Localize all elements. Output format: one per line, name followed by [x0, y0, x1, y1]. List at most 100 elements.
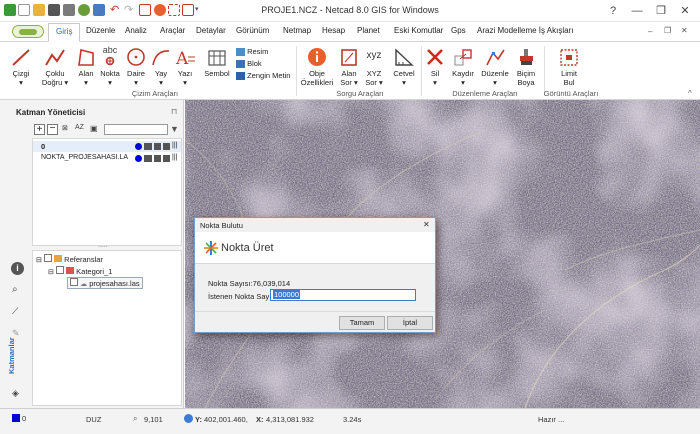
filter-layers-icon[interactable]: ⊠ [62, 124, 68, 132]
ribbon-separator [296, 46, 297, 96]
ribbon-collapse-icon[interactable]: ^ [688, 89, 692, 98]
reference-tree: ⊟ Referanslar ⊟ Kategori_1 ☁ projesahası… [32, 250, 182, 406]
layer-lock-icon[interactable] [154, 155, 161, 162]
lock-layers-icon[interactable]: ▣ [90, 124, 98, 133]
layer-color-icon[interactable] [135, 143, 142, 150]
ruler-icon [395, 48, 414, 66]
remove-layer-icon[interactable]: − [47, 124, 58, 135]
tab-hesap[interactable]: Hesap [322, 26, 345, 35]
layer-linetype-icon[interactable]: ||| [172, 154, 177, 161]
block-button[interactable]: Blok [236, 59, 262, 69]
vertical-tab-layers[interactable]: Katmanlar [7, 328, 16, 374]
checkbox-icon[interactable] [43, 254, 52, 262]
object-properties-button[interactable]: Obje Özellikleri [300, 47, 334, 87]
tab-planet[interactable]: Planet [357, 26, 380, 35]
status-scale[interactable]: 9,101 [144, 415, 163, 424]
polyline-icon [45, 49, 65, 66]
checkbox-icon[interactable] [70, 278, 78, 286]
layer-linetype-icon[interactable]: ||| [172, 142, 177, 149]
cancel-button[interactable]: İptal [387, 316, 433, 330]
abc-label: abc [102, 45, 118, 55]
layer-print-icon[interactable] [163, 143, 170, 150]
status-ready: Hazır ... [538, 415, 565, 424]
filter-funnel-icon[interactable]: ▼ [170, 124, 179, 134]
tab-gps[interactable]: Gps [451, 26, 466, 35]
text-button[interactable]: A Yazı ▾ [174, 47, 196, 87]
layer-visibility-icon[interactable] [144, 155, 152, 162]
ribbon-restore-icon[interactable]: ❐ [664, 26, 671, 35]
find-limit-button[interactable]: Limit Bul [556, 47, 582, 87]
app-menu-button[interactable] [12, 25, 44, 38]
edit-button[interactable]: Düzenle ▾ [479, 47, 511, 87]
ok-button[interactable]: Tamam [339, 316, 385, 330]
tab-analiz[interactable]: Analiz [125, 26, 147, 35]
panel-splitter[interactable]: ..... [98, 242, 108, 249]
arc-button[interactable]: Yay ▾ [150, 47, 172, 87]
ribbon-tabs: Giriş Düzenle Analiz Araçlar Detaylar Gö… [0, 22, 700, 42]
area-button[interactable]: Alan ▾ [74, 47, 98, 87]
dialog-header-title: Nokta Üret [221, 242, 274, 254]
area-query-button[interactable]: Alan Sor ▾ [336, 47, 362, 87]
layer-row[interactable]: 0 ||| [33, 141, 181, 152]
symbol-button[interactable]: Sembol [202, 47, 232, 78]
ribbon-minimize-icon[interactable]: – [648, 27, 652, 36]
layer-print-icon[interactable] [163, 155, 170, 162]
tree-item-referanslar[interactable]: ⊟ Referanslar [36, 254, 103, 264]
ribbon-close-icon[interactable]: ✕ [681, 26, 688, 35]
tab-araclar[interactable]: Araçlar [160, 26, 185, 35]
collapse-icon[interactable]: ⊟ [36, 257, 42, 264]
info-icon[interactable]: i [11, 262, 24, 275]
cloud-icon: ☁ [80, 281, 88, 288]
ruler-button[interactable]: Cetvel ▾ [390, 47, 418, 87]
layer-list: 0 ||| NOKTA_PROJESAHASI.LA ||| [32, 138, 182, 246]
tab-eski-komutlar[interactable]: Eski Komutlar [394, 26, 443, 35]
format-paint-button[interactable]: Biçim Boya [512, 47, 540, 87]
status-mode[interactable]: DUZ [86, 415, 101, 424]
circle-button[interactable]: Daire ▾ [124, 47, 148, 87]
tab-detaylar[interactable]: Detaylar [196, 26, 226, 35]
collapse-icon[interactable]: ⊟ [48, 269, 54, 276]
group-label-query: Sorgu Araçları [336, 89, 384, 98]
tab-gorunum[interactable]: Görünüm [236, 26, 269, 35]
minimize-button[interactable]: — [626, 3, 648, 19]
point-button[interactable]: abc Nokta ▾ [98, 45, 122, 88]
maximize-button[interactable]: ❐ [650, 3, 672, 19]
side-toolbar: i ⌕ ⟋ ✎ Katmanlar ◈ [7, 256, 29, 406]
delete-button[interactable]: Sil ▾ [424, 47, 446, 87]
symbol-icon [208, 50, 226, 66]
layer-lock-icon[interactable] [154, 143, 161, 150]
sort-layers-icon[interactable]: AZ [75, 124, 84, 131]
layers-icon[interactable]: ◈ [12, 388, 19, 399]
polyline-button[interactable]: Çoklu Doğru ▾ [38, 47, 72, 87]
layer-color-icon[interactable] [135, 155, 142, 162]
measure-icon[interactable]: ⟋ [12, 306, 18, 317]
status-layer[interactable]: 0 [22, 414, 26, 423]
tab-arazi-modelleme[interactable]: Arazi Modelleme İş Akışları [477, 26, 573, 35]
line-button[interactable]: Çizgi ▾ [8, 47, 34, 87]
search-icon[interactable]: ⌕ [12, 284, 18, 295]
area-icon [78, 49, 94, 66]
help-button[interactable]: ? [602, 3, 624, 19]
panel-title: Katman Yöneticisi [16, 108, 86, 117]
tree-item-kategori[interactable]: ⊟ Kategori_1 [48, 266, 112, 276]
dialog-close-button[interactable]: ✕ [423, 220, 430, 229]
point-generate-icon [204, 241, 218, 255]
ribbon-panel: Çizgi ▾ Çoklu Doğru ▾ Alan ▾ abc Nokta ▾ Dai… [0, 42, 700, 100]
tab-netmap[interactable]: Netmap [283, 26, 311, 35]
tab-duzenle[interactable]: Düzenle [86, 26, 115, 35]
xyz-query-button[interactable]: xyz XYZ Sor ▾ [362, 47, 386, 87]
close-button[interactable]: ✕ [674, 3, 696, 19]
tab-giris[interactable]: Giriş [48, 23, 81, 42]
tree-item-las-file[interactable]: ☁ projesahası.las [67, 277, 143, 289]
pin-icon[interactable]: ⊓ [171, 107, 177, 116]
layer-search-input[interactable] [104, 124, 168, 135]
image-button[interactable]: Resim [236, 47, 268, 57]
move-button[interactable]: Kaydır ▾ [448, 47, 478, 87]
group-label-drawing: Çizim Araçları [131, 89, 179, 98]
checkbox-icon[interactable] [55, 266, 64, 274]
layer-row[interactable]: NOKTA_PROJESAHASI.LA ||| [33, 153, 181, 164]
requested-count-input[interactable]: 100000 [270, 289, 416, 301]
rich-text-button[interactable]: Zengin Metin [236, 71, 290, 81]
add-layer-icon[interactable]: + [34, 124, 45, 135]
layer-visibility-icon[interactable] [144, 143, 152, 150]
